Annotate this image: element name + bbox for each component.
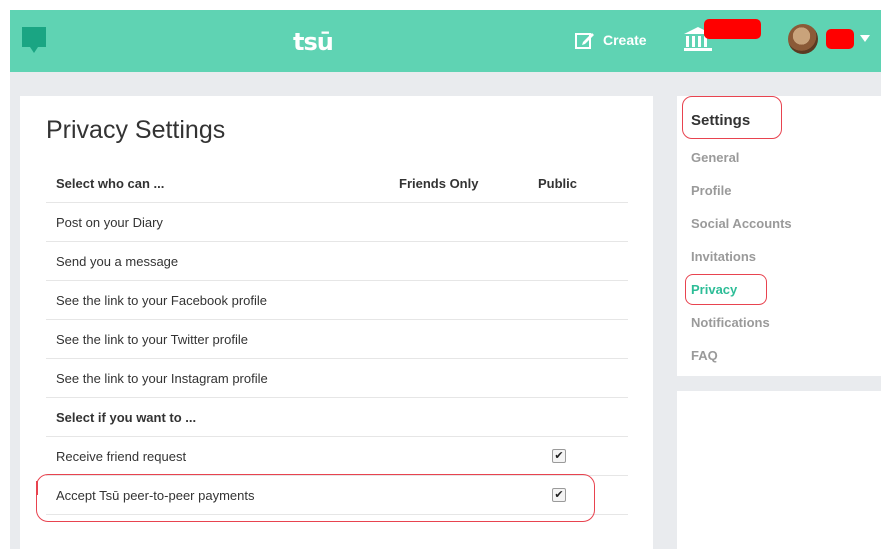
accept-payments-checkbox[interactable]: ✔: [552, 488, 566, 502]
table-row: Post on your Diary: [46, 203, 628, 242]
redacted-username: [826, 29, 854, 49]
table-row: See the link to your Facebook profile: [46, 281, 628, 320]
sidebar-item-general[interactable]: General: [691, 150, 739, 165]
sidebar-lower-panel: [677, 391, 881, 549]
sidebar-item-social-accounts[interactable]: Social Accounts: [691, 216, 792, 231]
select-who-can-label: Select who can ...: [56, 176, 165, 191]
select-if-you-want-label: Select if you want to ...: [56, 410, 197, 425]
table-row: Send you a message: [46, 242, 628, 281]
settings-sidebar: Settings General Profile Social Accounts…: [677, 96, 881, 376]
row-label: See the link to your Twitter profile: [56, 332, 248, 347]
row-label: See the link to your Facebook profile: [56, 293, 268, 308]
privacy-settings-card: Privacy Settings Select who can ... Frie…: [20, 96, 653, 549]
sidebar-heading: Settings: [691, 112, 751, 129]
tsu-logo[interactable]: tsū: [293, 28, 353, 56]
sidebar-item-faq[interactable]: FAQ: [691, 348, 718, 363]
chat-bubble-icon[interactable]: [20, 25, 48, 55]
public-header: Public: [538, 176, 578, 191]
table-row: Receive friend request ✔: [46, 437, 628, 476]
annotation-mark: [36, 481, 38, 495]
row-label: Receive friend request: [56, 449, 187, 464]
create-button[interactable]: Create: [575, 27, 647, 53]
page-title: Privacy Settings: [46, 116, 226, 144]
top-navbar: tsū Create: [10, 10, 881, 72]
table-row: Accept Tsū peer-to-peer payments ✔: [46, 476, 628, 515]
receive-friend-request-checkbox[interactable]: ✔: [552, 449, 566, 463]
edit-icon: [575, 33, 594, 49]
table-header-row: Select who can ... Friends Only Public: [46, 164, 628, 203]
table-row: See the link to your Instagram profile: [46, 359, 628, 398]
friends-only-header: Friends Only: [399, 176, 479, 191]
sidebar-item-privacy[interactable]: Privacy: [691, 282, 737, 297]
sidebar-item-notifications[interactable]: Notifications: [691, 315, 770, 330]
caret-down-icon[interactable]: [860, 35, 870, 42]
section-header-row: Select if you want to ...: [46, 398, 628, 437]
privacy-table: Select who can ... Friends Only Public P…: [46, 164, 628, 515]
row-label: Send you a message: [56, 254, 179, 269]
create-label: Create: [603, 32, 647, 48]
redacted-balance: [704, 19, 761, 39]
user-avatar[interactable]: [788, 24, 818, 54]
table-row: See the link to your Twitter profile: [46, 320, 628, 359]
row-label: Accept Tsū peer-to-peer payments: [56, 488, 255, 503]
row-label: See the link to your Instagram profile: [56, 371, 268, 386]
sidebar-item-invitations[interactable]: Invitations: [691, 249, 756, 264]
row-label: Post on your Diary: [56, 215, 163, 230]
sidebar-item-profile[interactable]: Profile: [691, 183, 731, 198]
